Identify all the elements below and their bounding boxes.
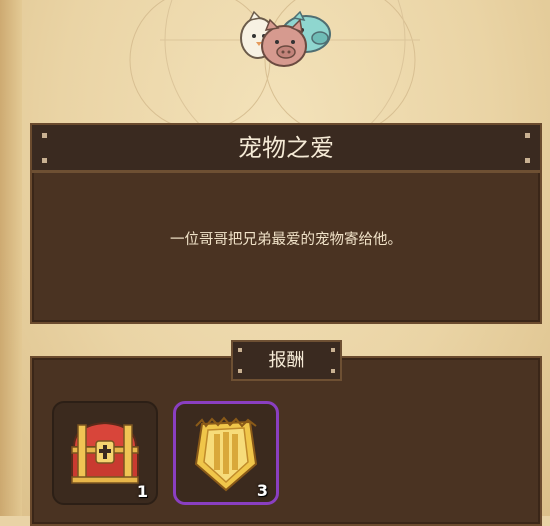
- quest-title-bar: 宠物之爱: [32, 125, 540, 173]
- reward-header: 报酬: [231, 340, 342, 381]
- reward-label: 报酬: [268, 350, 305, 371]
- quest-title: 宠物之爱: [238, 134, 334, 162]
- reward-count: 3: [256, 481, 268, 500]
- quest-panel: 宠物之爱 一位哥哥把兄弟最爱的宠物寄给他。: [30, 123, 542, 324]
- reward-slot-shield[interactable]: 3: [173, 401, 279, 505]
- reward-count: 1: [136, 482, 148, 501]
- quest-description: 一位哥哥把兄弟最爱的宠物寄给他。: [170, 232, 402, 248]
- pets-group-icon: [240, 10, 331, 67]
- reward-slot-chest[interactable]: 1: [52, 401, 158, 505]
